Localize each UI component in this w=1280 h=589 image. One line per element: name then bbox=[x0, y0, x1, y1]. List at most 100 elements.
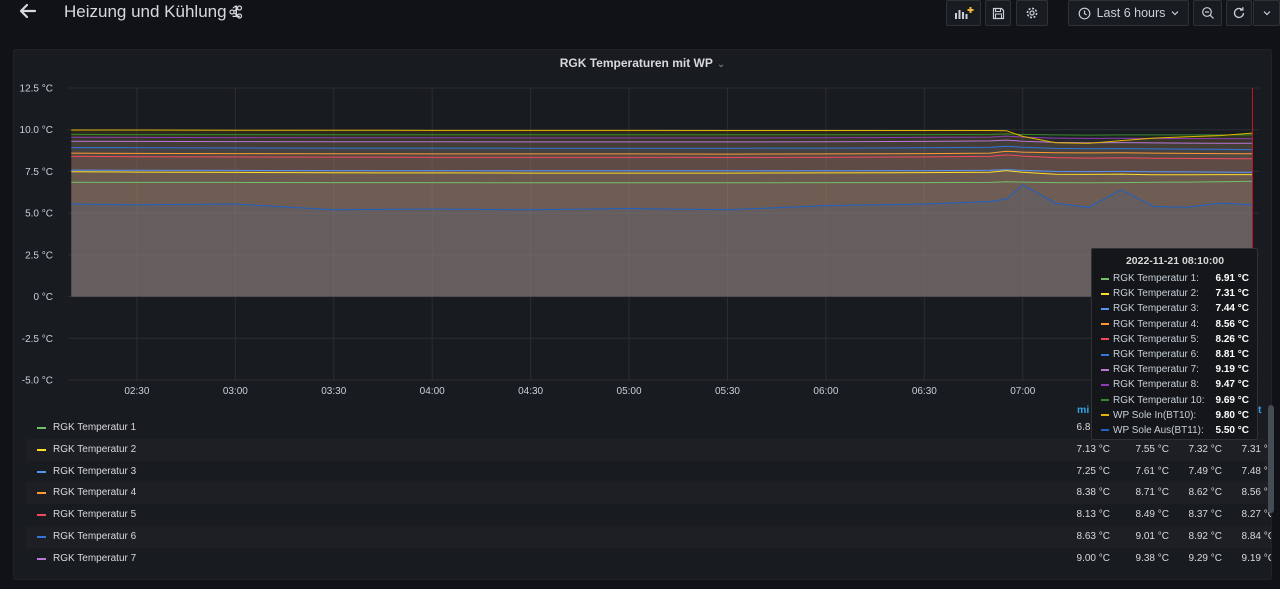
legend-series-name[interactable]: RGK Temperatur 1 bbox=[53, 422, 136, 433]
tooltip-row: WP Sole In(BT10): 9.80 °C bbox=[1101, 408, 1249, 423]
legend-series-name[interactable]: RGK Temperatur 6 bbox=[53, 531, 136, 542]
series-color-swatch bbox=[1101, 368, 1109, 371]
legend-row[interactable]: RGK Temperatur 16.81 °C bbox=[26, 417, 1271, 439]
series-color-swatch[interactable] bbox=[37, 470, 46, 473]
tooltip-series-value: 7.31 °C bbox=[1215, 288, 1249, 300]
tooltip-series-value: 8.56 °C bbox=[1215, 318, 1249, 330]
graph-panel: RGK Temperaturen mit WP ⌄ 12.5 °C 10.0 °C 7… bbox=[13, 49, 1272, 580]
legend-series-name[interactable]: RGK Temperatur 2 bbox=[53, 444, 136, 455]
series-color-swatch bbox=[1101, 429, 1109, 432]
legend-stat-value: 7.55 °C bbox=[1135, 443, 1169, 455]
series-color-swatch[interactable] bbox=[37, 448, 46, 451]
series-color-swatch[interactable] bbox=[37, 492, 46, 495]
legend-stat-value: 8.27 °C bbox=[1241, 509, 1272, 521]
series-color-swatch bbox=[1101, 414, 1109, 417]
tooltip-series-value: 9.47 °C bbox=[1215, 379, 1249, 391]
tooltip-series-name: RGK Temperatur 7: bbox=[1113, 364, 1199, 376]
clock-icon bbox=[1078, 7, 1090, 19]
tooltip-series-value: 8.26 °C bbox=[1215, 333, 1249, 345]
tooltip-row: RGK Temperatur 5: 8.26 °C bbox=[1101, 332, 1249, 347]
x-axis: 02:30 03:00 03:30 04:00 04:30 05:00 05:30 06:00… bbox=[124, 386, 1035, 397]
dashboard-settings-button[interactable] bbox=[1016, 0, 1048, 26]
legend-stat-value: 7.31 °C bbox=[1241, 443, 1272, 455]
series-color-swatch bbox=[1101, 353, 1109, 356]
series-areas bbox=[71, 130, 1253, 297]
time-range-picker[interactable]: Last 6 hours bbox=[1068, 0, 1189, 26]
x-tick-label: 06:00 bbox=[813, 386, 838, 397]
add-panel-button[interactable] bbox=[946, 0, 981, 26]
y-tick-label: 0 °C bbox=[33, 292, 53, 303]
legend-row[interactable]: RGK Temperatur 2 7.13 °C 7.55 °C 7.32 °C 7.3… bbox=[26, 438, 1272, 461]
series-color-swatch[interactable] bbox=[37, 514, 46, 517]
series-color-swatch[interactable] bbox=[37, 557, 46, 560]
series-color-swatch[interactable] bbox=[37, 427, 46, 429]
share-icon[interactable] bbox=[229, 5, 245, 21]
tooltip-series-name: RGK Temperatur 1: bbox=[1113, 273, 1199, 285]
series-color-swatch bbox=[1101, 338, 1109, 341]
legend-stat-value: 7.25 °C bbox=[1076, 465, 1110, 477]
legend-header-min[interactable]: mi bbox=[1077, 404, 1089, 416]
add-panel-icon bbox=[954, 7, 973, 19]
legend-stat-value: 8.63 °C bbox=[1076, 530, 1110, 542]
legend-scrollbar[interactable] bbox=[1268, 405, 1274, 513]
legend-series-name[interactable]: RGK Temperatur 3 bbox=[53, 466, 136, 477]
legend-stat-value: 7.32 °C bbox=[1188, 443, 1222, 455]
x-tick-label: 04:30 bbox=[518, 386, 543, 397]
y-tick-label: -5.0 °C bbox=[22, 376, 53, 387]
legend-stat-value: 7.48 °C bbox=[1241, 465, 1272, 477]
legend-series-name[interactable]: RGK Temperatur 7 bbox=[53, 553, 136, 564]
legend-stat-value: 8.38 °C bbox=[1076, 487, 1110, 499]
legend-row[interactable]: RGK Temperatur 7 9.00 °C 9.38 °C 9.29 °C 9.1… bbox=[26, 548, 1271, 570]
y-tick-label: 10.0 °C bbox=[20, 125, 53, 136]
legend-row[interactable]: RGK Temperatur 3 7.25 °C 7.61 °C 7.49 °C 7.4… bbox=[26, 461, 1271, 483]
gear-icon bbox=[1026, 7, 1038, 19]
x-tick-label: 04:00 bbox=[420, 386, 445, 397]
tooltip-series-value: 9.19 °C bbox=[1215, 364, 1249, 376]
legend-row[interactable]: RGK Temperatur 5 8.13 °C 8.49 °C 8.37 °C 8.2… bbox=[26, 504, 1271, 526]
tooltip-series-value: 5.50 °C bbox=[1215, 424, 1249, 436]
legend-stat-value: 8.13 °C bbox=[1076, 509, 1110, 521]
x-tick-label: 03:30 bbox=[321, 386, 346, 397]
dashboard-title[interactable]: Heizung und Kühlung 1 bbox=[64, 2, 241, 22]
x-tick-label: 07:00 bbox=[1010, 386, 1035, 397]
legend-stat-value: 8.56 °C bbox=[1241, 487, 1272, 499]
tooltip-series-name: WP Sole In(BT10): bbox=[1113, 409, 1197, 421]
legend-row[interactable]: RGK Temperatur 4 8.38 °C 8.71 °C 8.62 °C 8.5… bbox=[26, 482, 1272, 505]
time-series-chart[interactable]: 12.5 °C 10.0 °C 7.5 °C 5.0 °C 2.5 °C 0 °C -2.5… bbox=[14, 50, 1272, 400]
tooltip-series-name: RGK Temperatur 8: bbox=[1113, 379, 1199, 391]
time-range-label: Last 6 hours bbox=[1096, 6, 1166, 20]
legend-row[interactable]: RGK Temperatur 6 8.63 °C 9.01 °C 8.92 °C 8.8… bbox=[26, 525, 1271, 548]
y-tick-label: 5.0 °C bbox=[25, 209, 53, 220]
tooltip-row: RGK Temperatur 2: 7.31 °C bbox=[1101, 286, 1249, 301]
tooltip-row: WP Sole Aus(BT11): 5.50 °C bbox=[1101, 423, 1249, 438]
legend-stat-value: 9.38 °C bbox=[1135, 552, 1169, 564]
legend-stat-value: 8.71 °C bbox=[1135, 487, 1169, 499]
tooltip-series-name: RGK Temperatur 5: bbox=[1113, 333, 1199, 345]
save-icon bbox=[992, 7, 1004, 19]
tooltip-series-value: 9.80 °C bbox=[1215, 409, 1249, 421]
y-tick-label: -2.5 °C bbox=[22, 334, 53, 345]
dashboard-navbar: Heizung und Kühlung 1 Last 6 hours bbox=[0, 0, 1280, 28]
tooltip-row: RGK Temperatur 4: 8.56 °C bbox=[1101, 317, 1249, 332]
legend-stat-value: 8.49 °C bbox=[1135, 509, 1169, 521]
tooltip-time: 2022-11-21 08:10:00 bbox=[1125, 255, 1225, 267]
tooltip-row: RGK Temperatur 8: 9.47 °C bbox=[1101, 377, 1249, 392]
series-color-swatch[interactable] bbox=[37, 535, 46, 538]
refresh-interval-dropdown[interactable] bbox=[1253, 0, 1280, 26]
series-color-swatch bbox=[1101, 277, 1109, 280]
tooltip-row: RGK Temperatur 3: 7.44 °C bbox=[1101, 301, 1249, 316]
zoom-out-icon bbox=[1201, 7, 1214, 19]
arrow-left-icon[interactable] bbox=[18, 1, 44, 27]
x-tick-label: 05:30 bbox=[715, 386, 740, 397]
legend-series-name[interactable]: RGK Temperatur 5 bbox=[53, 509, 136, 520]
tooltip-series-name: WP Sole Aus(BT11): bbox=[1113, 424, 1204, 436]
save-dashboard-button[interactable] bbox=[985, 0, 1011, 26]
legend-stat-value: 8.92 °C bbox=[1188, 530, 1222, 542]
series-color-swatch bbox=[1101, 323, 1109, 326]
legend-series-name[interactable]: RGK Temperatur 4 bbox=[53, 487, 136, 498]
legend-header-current[interactable]: t bbox=[1258, 404, 1262, 416]
refresh-button[interactable] bbox=[1226, 0, 1252, 26]
series-color-swatch bbox=[1101, 307, 1109, 310]
series-color-swatch bbox=[1101, 383, 1109, 386]
zoom-out-button[interactable] bbox=[1193, 0, 1222, 26]
